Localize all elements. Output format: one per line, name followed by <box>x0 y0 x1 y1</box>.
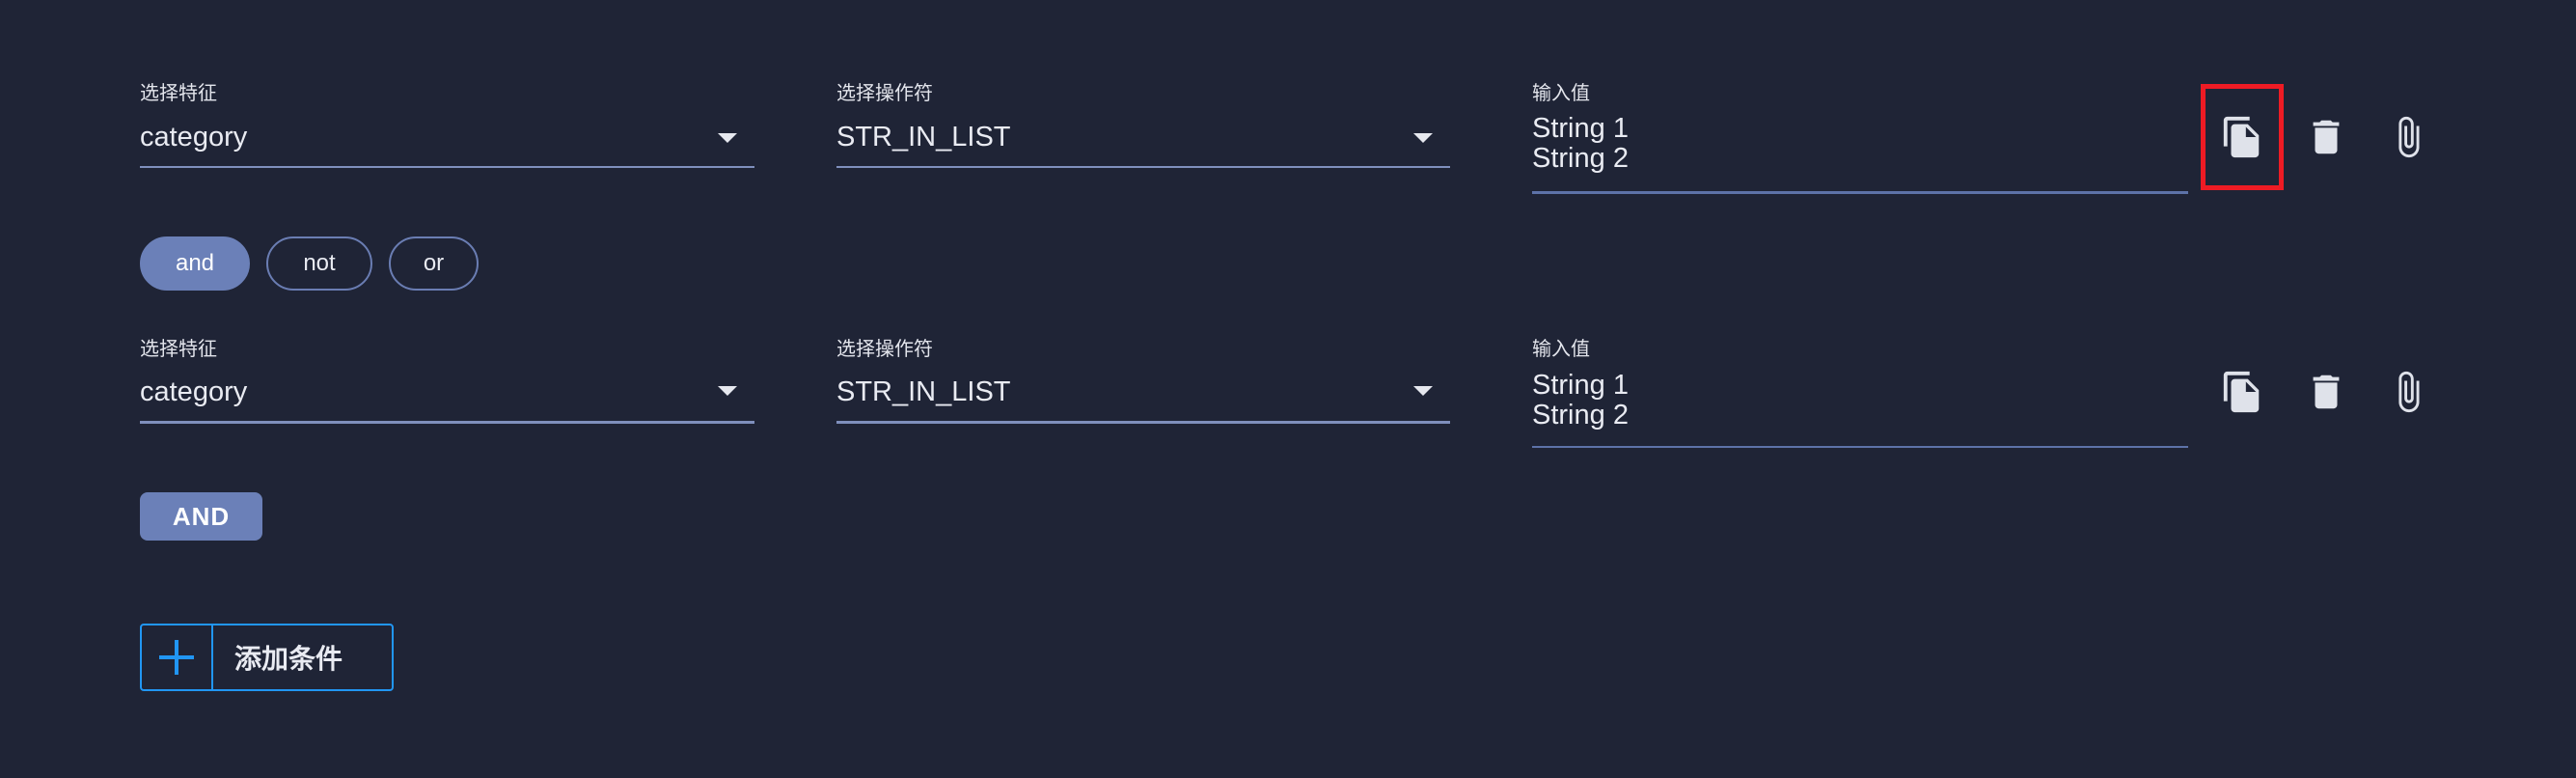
input-value-line: String 1 <box>1532 370 1629 401</box>
chevron-down-icon <box>1413 386 1433 396</box>
input-value-line: String 2 <box>1532 143 1629 174</box>
condition-row-2: 选择特征 category 选择操作符 STR_IN_LIST 输入值 Stri… <box>0 0 2576 448</box>
attach-button[interactable] <box>2381 365 2435 419</box>
add-condition-label: 添加条件 <box>234 643 343 675</box>
operator-select-label: 选择操作符 <box>836 337 933 360</box>
add-condition-button[interactable]: 添加条件 <box>140 624 394 691</box>
plus-icon <box>142 625 213 689</box>
feature-select-label: 选择特征 <box>140 337 217 360</box>
feature-select[interactable]: category <box>140 365 754 424</box>
paperclip-icon <box>2398 371 2420 413</box>
chevron-down-icon <box>718 386 737 396</box>
operator-select[interactable]: STR_IN_LIST <box>836 365 1450 424</box>
copy-icon <box>2223 371 2260 413</box>
copy-button[interactable] <box>2215 365 2269 419</box>
delete-button[interactable] <box>2299 365 2353 419</box>
logic-or-pill[interactable]: or <box>389 236 479 291</box>
input-value-line: String 2 <box>1532 400 1629 431</box>
logic-not-pill[interactable]: not <box>266 236 372 291</box>
operator-select-value: STR_IN_LIST <box>836 376 1011 407</box>
input-value-label: 输入值 <box>1532 337 1590 360</box>
delete-icon <box>2313 375 2340 409</box>
group-operator-badge[interactable]: AND <box>140 492 262 541</box>
input-value-textarea[interactable]: String 1 String 2 <box>1532 371 2188 448</box>
logic-and-pill[interactable]: and <box>140 236 250 291</box>
feature-select-value: category <box>140 376 248 407</box>
